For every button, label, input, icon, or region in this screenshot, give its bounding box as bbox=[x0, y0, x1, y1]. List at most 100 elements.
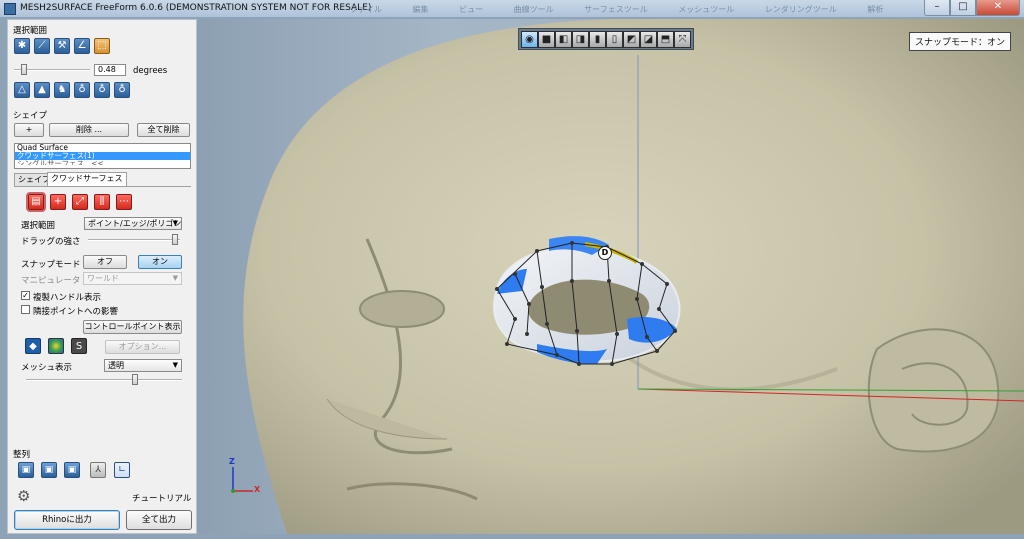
select-curve-icon[interactable]: ∠ bbox=[74, 38, 90, 54]
control-point-marker-d[interactable]: D bbox=[598, 246, 612, 260]
export-all-button[interactable]: 全て出力 bbox=[126, 510, 192, 530]
view-top-icon[interactable]: ▣ bbox=[64, 462, 80, 478]
select-point-icon[interactable]: ✱ bbox=[14, 38, 30, 54]
maximize-icon: □ bbox=[958, 1, 968, 12]
add-shape-button[interactable]: + bbox=[14, 123, 44, 137]
show-control-points-button[interactable]: コントロールポイント表示 bbox=[83, 320, 182, 334]
view-8-icon[interactable]: ⬒ bbox=[657, 31, 674, 48]
selection-mode-dropdown[interactable]: ポイント/エッジ/ポリゴン ▼ bbox=[84, 217, 182, 230]
gear-icon[interactable]: ⚙ bbox=[17, 487, 30, 505]
tab-divider bbox=[14, 186, 191, 187]
menu-mesh-tools[interactable]: メッシュツール bbox=[678, 5, 734, 14]
chevron-down-icon: ▼ bbox=[172, 219, 178, 227]
plus-icon[interactable]: + bbox=[50, 194, 66, 210]
bulb-a-icon[interactable]: ♁ bbox=[74, 82, 90, 98]
drag-strength-thumb[interactable] bbox=[172, 234, 178, 245]
view-5-icon[interactable]: ▯ bbox=[606, 31, 623, 48]
menu-analysis[interactable]: 解析 bbox=[867, 5, 883, 14]
selection-section-title: 選択範囲 bbox=[13, 26, 48, 36]
mesh-opacity-track[interactable] bbox=[26, 379, 182, 381]
manipulator-value: ワールド bbox=[87, 274, 119, 283]
minimize-icon: – bbox=[934, 1, 940, 12]
columns-icon[interactable]: ⫼ bbox=[94, 194, 110, 210]
window-titlebar: MESH2SURFACE FreeForm 6.0.6 (DEMONSTRATI… bbox=[0, 0, 1024, 18]
puppet-icon[interactable]: ♞ bbox=[54, 82, 70, 98]
triangle-filled-icon[interactable]: ▲ bbox=[34, 82, 50, 98]
chevron-down-icon: ▼ bbox=[172, 274, 178, 282]
snap-off-button[interactable]: オフ bbox=[83, 255, 127, 269]
mesh-display-label: メッシュ表示 bbox=[21, 363, 73, 373]
head-model-render bbox=[243, 19, 1024, 534]
manipulator-dropdown[interactable]: ワールド ▼ bbox=[83, 272, 182, 285]
brush-icon[interactable]: ▤ bbox=[26, 192, 46, 212]
tab-quad-surface[interactable]: クワッドサーフェス bbox=[47, 172, 127, 186]
view-toolbar: ◉ ■ ◧ ◨ ▮ ▯ ◩ ◪ ⬒ ⤧ bbox=[518, 28, 694, 50]
view-2-icon[interactable]: ◧ bbox=[555, 31, 572, 48]
view-side-icon[interactable]: ▣ bbox=[41, 462, 57, 478]
shape-section-title: シェイプ bbox=[13, 111, 48, 121]
tutorial-link[interactable]: チュートリアル bbox=[132, 492, 191, 504]
3d-viewport[interactable]: D ◉ ■ ◧ ◨ ▮ ▯ ◩ ◪ ⬒ ⤧ スナップモード：オン Z X bbox=[197, 19, 1024, 534]
neighbor-influence-label: 隣接ポイントへの影響 bbox=[33, 307, 119, 317]
maximize-button[interactable]: □ bbox=[950, 0, 976, 16]
list-item-selected[interactable]: クワッドサーフェス(1) bbox=[15, 152, 190, 160]
view-3-icon[interactable]: ◨ bbox=[572, 31, 589, 48]
snap-on-button[interactable]: オン bbox=[138, 255, 182, 269]
menu-file[interactable]: ファイル bbox=[350, 5, 382, 14]
export-rhino-button[interactable]: Rhinoに出力 bbox=[14, 510, 120, 530]
mesh-display-value: 透明 bbox=[108, 361, 124, 370]
mesh-opacity-thumb[interactable] bbox=[132, 374, 138, 385]
view-corner-icon[interactable]: ∟ bbox=[114, 462, 130, 478]
options-button[interactable]: オプション... bbox=[105, 340, 180, 354]
view-4-icon[interactable]: ▮ bbox=[589, 31, 606, 48]
shade-icon[interactable]: ◆ bbox=[25, 338, 41, 354]
zoom-icon[interactable]: ◉ bbox=[521, 31, 538, 48]
menu-view[interactable]: ビュー bbox=[459, 5, 483, 14]
zebra-icon[interactable] bbox=[48, 338, 64, 354]
diagonal-icon[interactable]: ⤢ bbox=[72, 194, 88, 210]
bulb-c-icon[interactable]: ♁ bbox=[114, 82, 130, 98]
view-6-icon[interactable]: ◩ bbox=[623, 31, 640, 48]
snap-mode-label: スナップモード bbox=[21, 260, 81, 270]
triangle-outline-icon[interactable]: △ bbox=[14, 82, 30, 98]
list-item[interactable]: シングルサーフェス...<< bbox=[15, 160, 190, 165]
manipulator-label: マニピュレータ bbox=[21, 276, 81, 286]
rhino-icon[interactable]: S bbox=[71, 338, 87, 354]
menu-edit[interactable]: 編集 bbox=[413, 5, 429, 14]
view-9-icon[interactable]: ⤧ bbox=[674, 31, 691, 48]
mesh-display-dropdown[interactable]: 透明 ▼ bbox=[104, 359, 182, 372]
align-section-title: 整列 bbox=[13, 450, 31, 460]
select-edge-icon[interactable]: ⟋ bbox=[34, 38, 50, 54]
mirror-handles-label: 複製ハンドル表示 bbox=[33, 293, 102, 303]
selection-mode-label: 選択範囲 bbox=[21, 221, 56, 231]
drag-strength-track[interactable] bbox=[88, 239, 180, 241]
view-front-icon[interactable]: ▣ bbox=[18, 462, 34, 478]
delete-all-button[interactable]: 全て削除 bbox=[137, 123, 190, 137]
dots-icon[interactable]: ⋯ bbox=[116, 194, 132, 210]
minimize-button[interactable]: – bbox=[924, 0, 950, 16]
axis-z-label: Z bbox=[229, 457, 235, 466]
control-point-label: D bbox=[601, 248, 609, 257]
close-button[interactable]: ✕ bbox=[976, 0, 1020, 16]
snap-mode-badge: スナップモード：オン bbox=[909, 32, 1012, 51]
axis-x-label: X bbox=[254, 485, 261, 494]
shape-list[interactable]: Quad Surface クワッドサーフェス(1) シングルサーフェス...<< bbox=[14, 143, 191, 169]
view-persp-icon[interactable]: ⅄ bbox=[90, 462, 106, 478]
menu-render-tools[interactable]: レンダリングツール bbox=[765, 5, 837, 14]
select-all-icon[interactable]: ⬚ bbox=[94, 38, 110, 54]
select-face-icon[interactable]: ⚒ bbox=[54, 38, 70, 54]
mirror-handles-checkbox[interactable]: ✓ bbox=[21, 291, 30, 300]
bulb-b-icon[interactable]: ♁ bbox=[94, 82, 110, 98]
neighbor-influence-checkbox[interactable] bbox=[21, 305, 30, 314]
selection-mode-value: ポイント/エッジ/ポリゴン bbox=[88, 219, 182, 228]
view-7-icon[interactable]: ◪ bbox=[640, 31, 657, 48]
delete-shape-button[interactable]: 削除 ... bbox=[49, 123, 129, 137]
menu-surface-tools[interactable]: サーフェスツール bbox=[584, 5, 648, 14]
angle-input[interactable]: 0.48 bbox=[94, 64, 126, 76]
view-1-icon[interactable]: ■ bbox=[538, 31, 555, 48]
angle-slider-thumb[interactable] bbox=[21, 64, 27, 75]
faded-menubar: ファイル 編集 ビュー 曲線ツール サーフェスツール メッシュツール レンダリン… bbox=[350, 4, 911, 15]
chevron-down-icon: ▼ bbox=[172, 361, 178, 369]
angle-unit-label: degrees bbox=[133, 66, 168, 76]
menu-curve-tools[interactable]: 曲線ツール bbox=[514, 5, 554, 14]
